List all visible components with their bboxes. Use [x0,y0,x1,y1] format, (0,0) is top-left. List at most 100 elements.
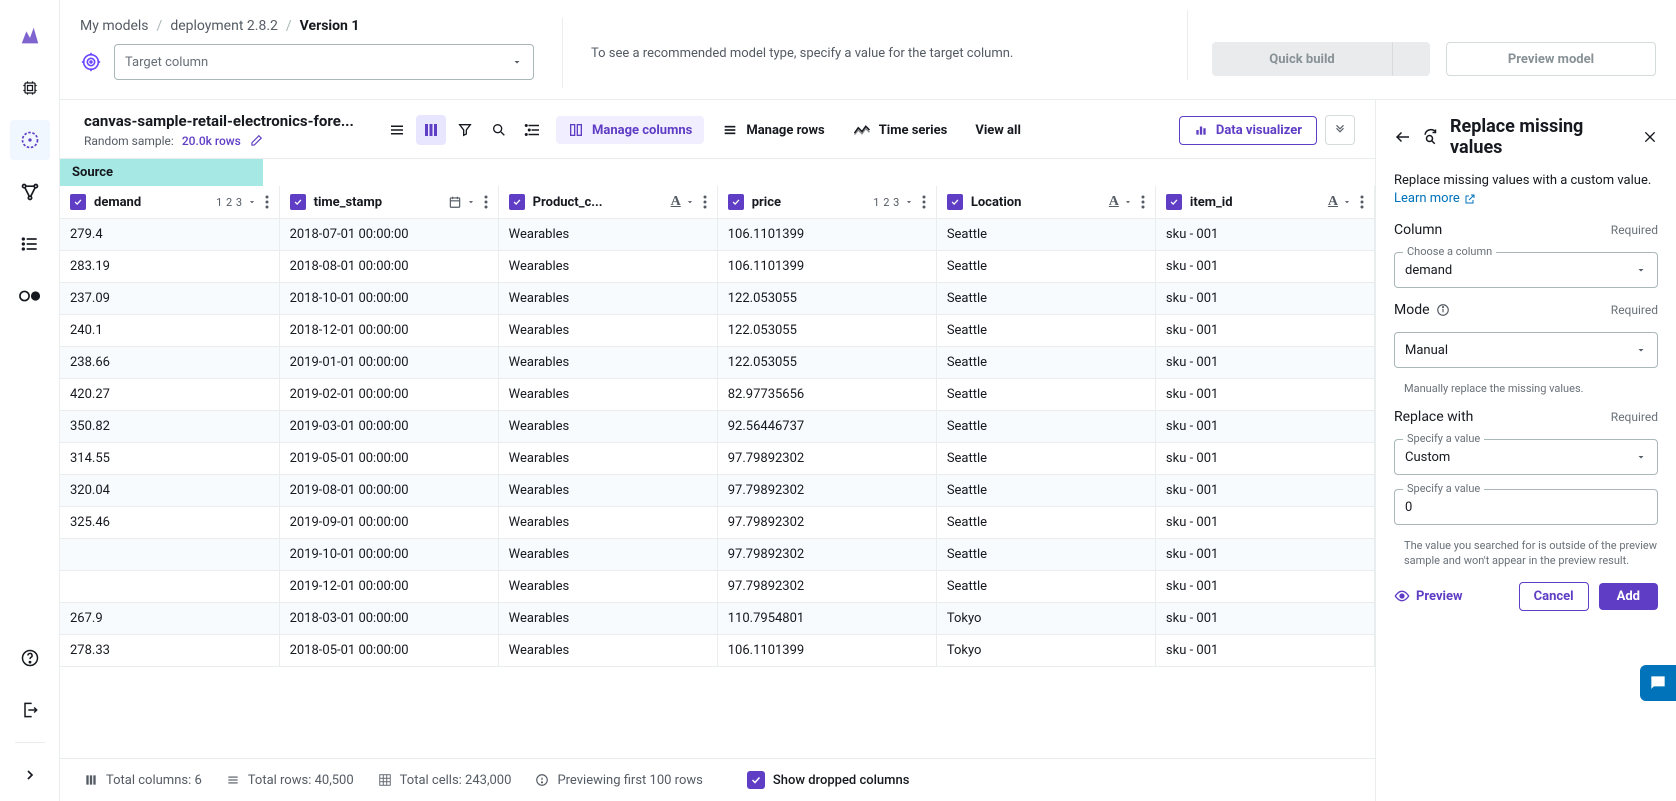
filter-icon[interactable] [450,115,480,145]
replace-missing-panel: Replace missing values Replace missing v… [1376,100,1676,801]
column-checkbox[interactable] [1166,194,1182,210]
table-row[interactable]: 420.272019-02-01 00:00:00Wearables82.977… [60,379,1375,411]
table-row[interactable]: 2019-12-01 00:00:00Wearables97.79892302S… [60,571,1375,603]
nav-help-icon[interactable] [10,638,50,678]
nav-toggle-icon[interactable] [10,276,50,316]
table-row[interactable]: 237.092018-10-01 00:00:00Wearables122.05… [60,283,1375,315]
column-name: price [752,195,866,210]
table-row[interactable]: 314.552019-05-01 00:00:00Wearables97.798… [60,443,1375,475]
table-row[interactable]: 238.662019-01-01 00:00:00Wearables122.05… [60,347,1375,379]
time-series-button[interactable]: Time series [843,117,958,144]
nav-chip-icon[interactable] [10,68,50,108]
table-cell: 97.79892302 [717,507,936,539]
table-cell: sku - 001 [1155,635,1374,667]
column-type-icon[interactable]: A [671,194,695,210]
nav-list-icon[interactable] [10,224,50,264]
table-cell: Seattle [936,507,1155,539]
search-icon[interactable] [484,115,514,145]
column-type-icon[interactable]: A [1328,194,1352,210]
table-cell: 97.79892302 [717,443,936,475]
column-type-icon[interactable] [448,195,476,209]
table-cell: sku - 001 [1155,571,1374,603]
chat-fab-icon[interactable] [1640,665,1676,701]
column-type-icon[interactable]: A [1109,194,1133,210]
table-cell: 2018-12-01 00:00:00 [279,315,498,347]
table-cell: 97.79892302 [717,475,936,507]
table-cell: Wearables [498,379,717,411]
show-dropped-checkbox[interactable] [747,771,765,789]
table-cell: 350.82 [60,411,279,443]
table-row[interactable]: 240.12018-12-01 00:00:00Wearables122.053… [60,315,1375,347]
view-all-button[interactable]: View all [965,117,1031,144]
column-checkbox[interactable] [947,194,963,210]
table-cell: Wearables [498,411,717,443]
breadcrumb-deployment[interactable]: deployment 2.8.2 [170,18,278,34]
table-cell: Seattle [936,315,1155,347]
grid-view-icon[interactable] [416,115,446,145]
column-checkbox[interactable] [290,194,306,210]
manage-columns-button[interactable]: Manage columns [556,116,704,144]
table-cell: 97.79892302 [717,571,936,603]
nav-target-icon[interactable] [10,120,50,160]
table-row[interactable]: 320.042019-08-01 00:00:00Wearables97.798… [60,475,1375,507]
replace-with-select[interactable]: Specify a value Custom [1394,439,1658,475]
table-cell: sku - 001 [1155,347,1374,379]
nav-logo-icon[interactable] [10,16,50,56]
mode-select[interactable]: Manual [1394,332,1658,368]
preview-model-button: Preview model [1446,42,1656,76]
breadcrumb-version[interactable]: Version 1 [300,18,360,34]
add-button[interactable]: Add [1599,583,1658,610]
edit-icon[interactable] [249,134,263,148]
table-row[interactable]: 278.332018-05-01 00:00:00Wearables106.11… [60,635,1375,667]
table-row[interactable]: 283.192018-08-01 00:00:00Wearables106.11… [60,251,1375,283]
toolbar-more-button[interactable] [1325,115,1355,145]
data-visualizer-button[interactable]: Data visualizer [1179,116,1317,145]
list-view-icon[interactable] [382,115,412,145]
data-table: demand1 2 3 time_stamp Product_c...A pri… [60,186,1375,667]
breadcrumb: My models / deployment 2.8.2 / Version 1 [80,18,534,34]
info-icon[interactable] [1436,303,1450,317]
nav-flow-icon[interactable] [10,172,50,212]
table-row[interactable]: 350.822019-03-01 00:00:00Wearables92.564… [60,411,1375,443]
data-toolbar: canvas-sample-retail-electronics-fore...… [60,100,1375,159]
table-cell: sku - 001 [1155,379,1374,411]
table-row[interactable]: 267.92018-03-01 00:00:00Wearables110.795… [60,603,1375,635]
back-arrow-icon[interactable] [1394,128,1412,146]
indent-list-icon[interactable] [518,115,548,145]
table-cell: Wearables [498,315,717,347]
table-cell: 82.97735656 [717,379,936,411]
nav-expand-icon[interactable] [10,755,50,795]
breadcrumb-root[interactable]: My models [80,18,149,34]
column-checkbox[interactable] [509,194,525,210]
column-type-icon[interactable]: 1 2 3 [873,196,914,209]
target-column-select[interactable]: Target column [114,44,534,80]
column-checkbox[interactable] [70,194,86,210]
table-cell: Wearables [498,507,717,539]
column-menu-icon[interactable] [265,195,269,209]
table-row[interactable]: 325.462019-09-01 00:00:00Wearables97.798… [60,507,1375,539]
cancel-button[interactable]: Cancel [1519,582,1589,611]
table-cell: Wearables [498,219,717,251]
table-cell: Seattle [936,219,1155,251]
table-row[interactable]: 2019-10-01 00:00:00Wearables97.79892302S… [60,539,1375,571]
manage-rows-button[interactable]: Manage rows [712,116,834,144]
column-checkbox[interactable] [728,194,744,210]
nav-logout-icon[interactable] [10,690,50,730]
rows-link[interactable]: 20.0k rows [182,134,241,148]
table-cell: 240.1 [60,315,279,347]
column-select[interactable]: Choose a column demand [1394,252,1658,288]
table-row[interactable]: 279.42018-07-01 00:00:00Wearables106.110… [60,219,1375,251]
column-name: Location [971,195,1101,210]
column-menu-icon[interactable] [1141,195,1145,209]
learn-more-link[interactable]: Learn more [1394,190,1476,208]
column-menu-icon[interactable] [703,195,707,209]
preview-button[interactable]: Preview [1394,588,1463,604]
replace-with-label: Replace with [1394,409,1473,425]
column-menu-icon[interactable] [922,195,926,209]
close-icon[interactable] [1642,129,1658,145]
specify-value-input[interactable]: Specify a value 0 [1394,489,1658,525]
column-type-icon[interactable]: 1 2 3 [216,196,257,209]
table-cell: 106.1101399 [717,635,936,667]
column-menu-icon[interactable] [484,195,488,209]
column-menu-icon[interactable] [1360,195,1364,209]
